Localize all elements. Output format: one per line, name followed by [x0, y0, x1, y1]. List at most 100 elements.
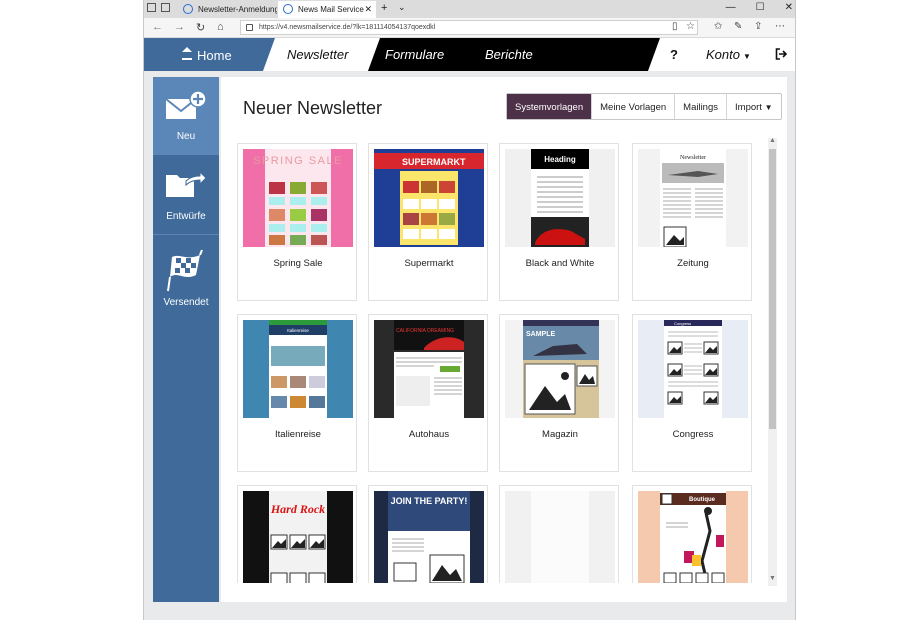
caret-down-icon: ▼ — [742, 52, 751, 61]
template-card-hard-rock[interactable]: Hard Rock — [237, 485, 357, 583]
tab-actions-icon[interactable] — [147, 3, 156, 12]
thumb-title: Boutique — [689, 497, 716, 503]
browser-tab-newsletter-anmeldung[interactable]: Newsletter-Anmeldung, Na — [178, 1, 277, 18]
home-icon[interactable]: ⌂ — [217, 21, 224, 33]
template-thumbnail: Boutique — [638, 491, 748, 583]
template-card-boutique[interactable]: Boutique — [632, 485, 752, 583]
template-thumbnail: Congress — [638, 320, 748, 418]
template-label: Italienreise — [275, 429, 321, 440]
folder-share-icon — [166, 170, 207, 197]
logout-icon[interactable] — [775, 48, 787, 60]
konto-label: Konto — [706, 47, 740, 62]
tab-preview-icon[interactable] — [161, 3, 170, 12]
template-card-blank[interactable] — [499, 485, 619, 583]
template-label: Zeitung — [677, 258, 709, 269]
back-arrow-icon[interactable]: ← — [152, 21, 163, 33]
url-text: https://v4.newsmailservice.de/?lk=181114… — [259, 24, 436, 31]
segment-mailings[interactable]: Mailings — [675, 94, 728, 119]
template-label: Congress — [672, 429, 714, 440]
chevron-down-icon[interactable]: ⌄ — [398, 2, 406, 13]
sidebar-item-versendet[interactable]: Versendet — [153, 243, 219, 313]
template-thumbnail — [505, 491, 615, 583]
thumb-title: CALIFORNIA DREAMING — [396, 328, 454, 334]
minimize-icon[interactable]: — — [726, 2, 736, 13]
close-tab-icon[interactable]: ✕ — [364, 4, 372, 15]
template-thumbnail: SPRING SALE — [243, 149, 353, 247]
scrollbar-thumb[interactable] — [769, 149, 776, 429]
nav-formulare[interactable]: Formulare — [385, 47, 444, 62]
sidebar-item-label: Entwürfe — [166, 211, 206, 222]
template-card-party[interactable]: JOIN THE PARTY! — [368, 485, 488, 583]
window-system-icons — [147, 3, 177, 15]
template-card-congress[interactable]: Congress Congress — [632, 314, 752, 472]
pen-icon[interactable]: ✎ — [734, 21, 742, 32]
favorite-star-icon[interactable]: ☆ — [686, 21, 695, 32]
template-card-zeitung[interactable]: Newsletter Zeitung — [632, 143, 752, 301]
template-label: Black and White — [525, 258, 595, 269]
template-thumbnail: Italienreise — [243, 320, 353, 418]
browser-tab-news-mail-service[interactable]: News Mail Service ✕ — [278, 1, 376, 18]
scroll-down-arrow-icon[interactable]: ▼ — [768, 575, 777, 585]
segment-meine-vorlagen[interactable]: Meine Vorlagen — [592, 94, 676, 119]
nav-berichte[interactable]: Berichte — [485, 47, 533, 62]
thumb-title: Newsletter — [680, 155, 706, 161]
template-card-supermarkt[interactable]: SUPERMARKT Supermarkt — [368, 143, 488, 301]
home-icon — [182, 47, 192, 60]
segment-import[interactable]: Import ▼ — [727, 94, 781, 119]
app-body: Neu Entwürfe Versendet Neuer Newsletter … — [144, 71, 795, 620]
template-thumbnail: Heading — [505, 149, 615, 247]
sidebar: Neu Entwürfe Versendet — [153, 77, 219, 602]
scroll-up-arrow-icon[interactable]: ▲ — [768, 137, 777, 147]
url-input[interactable]: https://v4.newsmailservice.de/?lk=181114… — [240, 20, 698, 35]
maximize-icon[interactable]: ☐ — [756, 2, 765, 13]
segment-systemvorlagen[interactable]: Systemvorlagen — [507, 94, 593, 119]
template-label: Autohaus — [408, 429, 450, 440]
template-label: Supermarkt — [404, 258, 454, 269]
template-card-italienreise[interactable]: Italienreise Italienreise — [237, 314, 357, 472]
new-mail-icon — [165, 90, 207, 119]
thumb-title: SUPERMARKT — [402, 157, 466, 167]
loading-icon — [283, 4, 293, 14]
forward-arrow-icon[interactable]: → — [174, 21, 185, 33]
template-card-magazin[interactable]: SAMPLE Magazin — [499, 314, 619, 472]
reading-view-icon[interactable]: ▯ — [672, 21, 678, 32]
thumb-title: JOIN THE PARTY! — [391, 496, 468, 506]
template-card-spring-sale[interactable]: SPRING SALE Spring Sale — [237, 143, 357, 301]
template-thumbnail: JOIN THE PARTY! — [374, 491, 484, 583]
share-icon[interactable]: ⇪ — [754, 21, 762, 32]
window-controls: — ☐ ✕ — [726, 2, 793, 13]
konto-dropdown[interactable]: Konto ▼ — [706, 47, 751, 62]
caret-down-icon: ▼ — [764, 103, 773, 112]
browser-address-bar: ← → ↻ ⌂ https://v4.newsmailservice.de/?l… — [144, 18, 795, 38]
help-button[interactable]: ? — [670, 47, 678, 62]
more-icon[interactable]: ⋯ — [775, 21, 785, 32]
template-thumbnail: SAMPLE — [505, 320, 615, 418]
thumb-title: SAMPLE — [526, 331, 556, 338]
template-thumbnail: Newsletter — [638, 149, 748, 247]
template-thumbnail: SUPERMARKT — [374, 149, 484, 247]
browser-window: Newsletter-Anmeldung, Na News Mail Servi… — [143, 0, 796, 620]
sidebar-item-label: Neu — [176, 131, 196, 142]
template-grid: SPRING SALE Spring Sale SUPERMARKT Super… — [237, 143, 767, 583]
template-label: Spring Sale — [273, 258, 323, 269]
favorites-list-icon[interactable]: ✩ — [714, 21, 722, 32]
thumb-title: SPRING SALE — [253, 155, 343, 167]
sidebar-item-entwuerfe[interactable]: Entwürfe — [153, 159, 219, 235]
refresh-icon[interactable]: ↻ — [196, 21, 205, 34]
browser-tab-strip: Newsletter-Anmeldung, Na News Mail Servi… — [144, 0, 795, 18]
checkered-flag-icon — [167, 249, 203, 292]
template-card-black-and-white[interactable]: Heading Black and White — [499, 143, 619, 301]
nav-newsletter[interactable]: Newsletter — [287, 47, 348, 62]
template-label: Magazin — [542, 429, 578, 440]
page-title: Neuer Newsletter — [243, 98, 383, 118]
template-thumbnail: Hard Rock — [243, 491, 353, 583]
thumb-title: Heading — [544, 155, 576, 164]
sidebar-item-neu[interactable]: Neu — [153, 77, 219, 155]
nav-home[interactable]: Home — [144, 38, 284, 71]
template-card-autohaus[interactable]: CALIFORNIA DREAMING Autohaus — [368, 314, 488, 472]
lock-icon — [246, 24, 253, 31]
new-tab-button[interactable]: + — [381, 2, 387, 14]
template-thumbnail: CALIFORNIA DREAMING — [374, 320, 484, 418]
thumb-title: Hard Rock — [270, 502, 325, 516]
close-window-icon[interactable]: ✕ — [785, 2, 793, 13]
